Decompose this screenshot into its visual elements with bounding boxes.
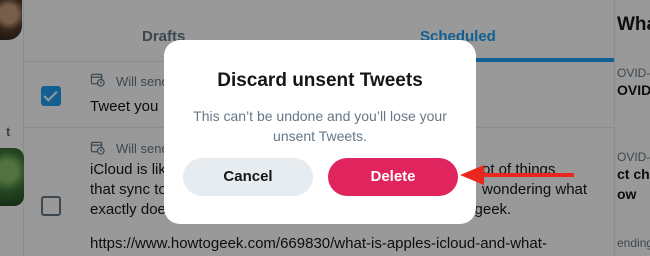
annotation-arrow-icon [460, 165, 574, 185]
dialog-title: Discard unsent Tweets [217, 70, 423, 91]
discard-dialog: Discard unsent Tweets This can’t be undo… [164, 40, 476, 224]
delete-button[interactable]: Delete [328, 158, 458, 196]
cancel-button[interactable]: Cancel [183, 158, 313, 196]
dialog-message: This can’t be undone and you’ll lose you… [193, 108, 447, 144]
